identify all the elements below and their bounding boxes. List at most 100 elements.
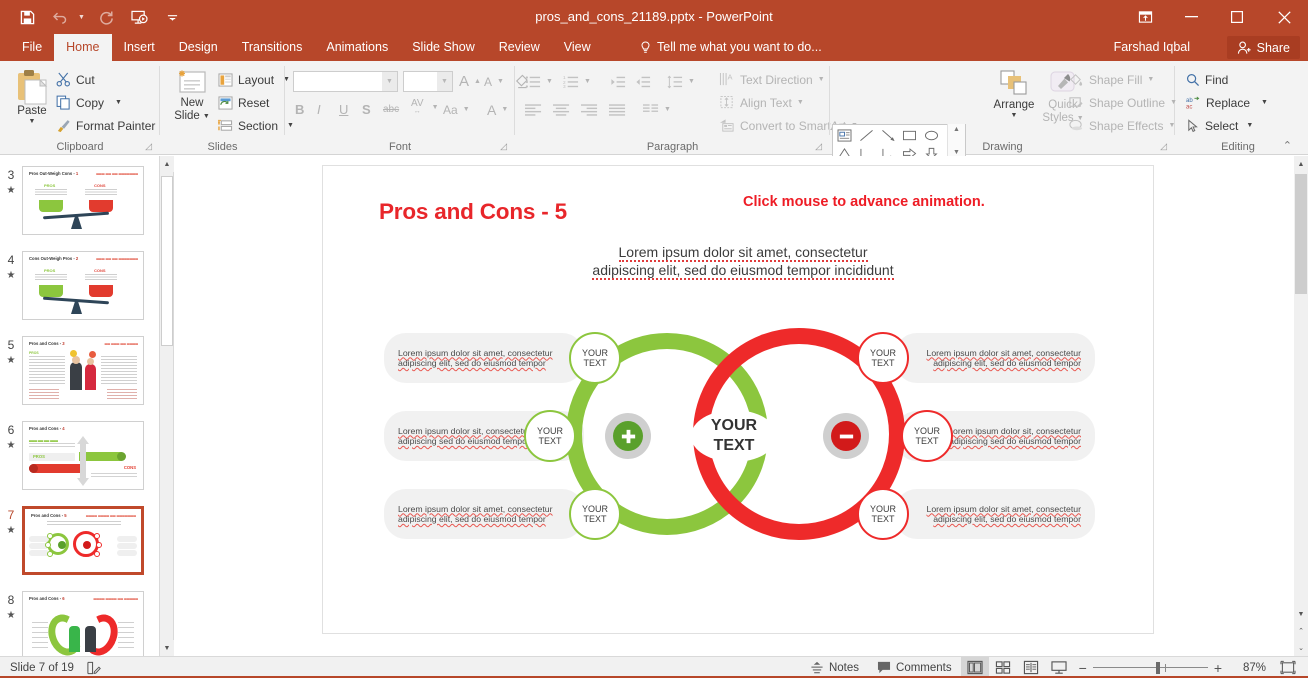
increase-indent-button[interactable] [635, 71, 651, 92]
scroll-down-icon[interactable]: ▼ [1294, 606, 1308, 622]
left-node-3[interactable]: YOURTEXT [569, 488, 621, 540]
change-case-button[interactable]: Aa ▼ [443, 99, 470, 120]
font-size-combobox[interactable]: ▼ [403, 71, 453, 92]
normal-view-button[interactable] [961, 657, 989, 678]
clipboard-dialog-launcher[interactable]: ◿ [145, 141, 152, 152]
replace-button[interactable]: abac Replace ▼ [1186, 92, 1268, 113]
right-node-3[interactable]: YOURTEXT [857, 488, 909, 540]
paragraph-dialog-launcher[interactable]: ◿ [815, 141, 822, 152]
shape-arrow-icon[interactable] [877, 126, 899, 144]
left-pill-3[interactable]: Lorem ipsum dolor sit amet, consectetur … [384, 489, 584, 539]
font-name-combobox[interactable]: ▼ [293, 71, 398, 92]
current-slide[interactable]: Pros and Cons - 5 Click mouse to advance… [322, 165, 1154, 634]
strikethrough-button[interactable]: abc [383, 104, 399, 115]
tab-slide-show[interactable]: Slide Show [400, 34, 487, 61]
scroll-up-icon[interactable]: ▲ [1294, 156, 1308, 172]
minus-badge[interactable] [823, 413, 869, 459]
account-name[interactable]: Farshad Iqbal [1114, 34, 1190, 61]
slide-scrollbar[interactable]: ▲ ▼ ⌃ ⌄ [1294, 156, 1308, 656]
shape-line-icon[interactable] [856, 126, 878, 144]
plus-badge[interactable] [605, 413, 651, 459]
collapse-ribbon-button[interactable]: ⌃ [1283, 139, 1292, 152]
columns-button[interactable]: ▼ [643, 99, 671, 120]
slide-thumbnail-panel[interactable]: 3 ★ Pros Out-Weigh Cons - 1 ▃▃▃ ▃▃ ▃▃ ▃▃… [0, 156, 160, 656]
reset-button[interactable]: Reset [218, 92, 269, 113]
thumbnail-row-8[interactable]: 8 ★ Pros and Cons - 6 ▃▃▃▃ ▃▃▃▃ ▃▃ ▃▃▃▃▃ [0, 591, 160, 656]
paste-button[interactable]: Paste ▼ [6, 69, 58, 126]
cut-button[interactable]: Cut [56, 69, 95, 90]
increase-font-size-button[interactable]: A▲ [459, 71, 481, 92]
thumbnail-slide-8[interactable]: Pros and Cons - 6 ▃▃▃▃ ▃▃▃▃ ▃▃ ▃▃▃▃▃ [22, 591, 144, 656]
slide-editing-area[interactable]: Pros and Cons - 5 Click mouse to advance… [175, 156, 1294, 656]
shape-oval-icon[interactable] [921, 126, 943, 144]
tab-insert[interactable]: Insert [112, 34, 167, 61]
tab-design[interactable]: Design [167, 34, 230, 61]
decrease-indent-button[interactable] [610, 71, 626, 92]
drawing-dialog-launcher[interactable]: ◿ [1160, 141, 1167, 152]
numbering-button[interactable]: 123 ▼ [563, 71, 591, 92]
underline-button[interactable]: U [339, 102, 348, 117]
copy-dropdown-icon[interactable]: ▼ [115, 99, 122, 107]
zoom-slider[interactable] [1093, 657, 1208, 678]
thumbnail-slide-6[interactable]: Pros and Cons - 4 ▃▃▃ ▃▃ ▃▃ ▃▃▃ PROS CON… [22, 421, 144, 490]
shape-outline-button[interactable]: Shape Outline ▼ [1068, 92, 1177, 113]
paste-dropdown-icon[interactable]: ▼ [29, 118, 36, 126]
tab-review[interactable]: Review [487, 34, 552, 61]
spell-check-icon[interactable] [86, 661, 101, 675]
previous-slide-icon[interactable]: ⌃ [1294, 623, 1308, 639]
zoom-slider-handle[interactable] [1156, 662, 1160, 674]
select-dropdown-icon[interactable]: ▼ [1246, 122, 1253, 130]
right-node-1[interactable]: YOURTEXT [857, 332, 909, 384]
left-pill-1[interactable]: Lorem ipsum dolor sit amet, consectetur … [384, 333, 584, 383]
thumbnail-row-7[interactable]: 7 ★ Pros and Cons - 5 ▃▃▃▃ ▃▃▃▃ ▃▃ ▃▃▃▃▃… [0, 506, 160, 575]
text-shadow-button[interactable]: S [362, 102, 371, 117]
slide-show-button[interactable] [1045, 657, 1073, 678]
tab-animations[interactable]: Animations [314, 34, 400, 61]
zoom-percent[interactable]: 87% [1228, 662, 1266, 674]
tab-home[interactable]: Home [54, 34, 111, 61]
arrange-dropdown-icon[interactable]: ▼ [1011, 112, 1018, 120]
align-text-button[interactable]: Align Text ▼ [719, 92, 804, 113]
gallery-scroll-up-icon[interactable]: ▲ [953, 126, 960, 133]
shape-rectangle-icon[interactable] [899, 126, 921, 144]
right-node-2[interactable]: YOURTEXT [901, 410, 953, 462]
next-slide-icon[interactable]: ⌄ [1294, 640, 1308, 656]
right-pill-1[interactable]: Lorem ipsum dolor sit amet, consectetur … [895, 333, 1095, 383]
thumbnail-row-5[interactable]: 5 ★ Pros and Cons - 3 ▃▃ ▃▃▃ ▃▃ ▃▃▃▃ PRO… [0, 336, 160, 405]
thumbnail-slide-7[interactable]: Pros and Cons - 5 ▃▃▃▃ ▃▃▃▃ ▃▃ ▃▃▃▃▃▃▃ [22, 506, 144, 575]
reading-view-button[interactable] [1017, 657, 1045, 678]
tab-view[interactable]: View [552, 34, 603, 61]
thumbnail-row-3[interactable]: 3 ★ Pros Out-Weigh Cons - 1 ▃▃▃ ▃▃ ▃▃ ▃▃… [0, 166, 160, 235]
minimize-icon[interactable] [1168, 0, 1214, 34]
zoom-in-button[interactable]: + [1208, 657, 1228, 678]
text-direction-button[interactable]: A Text Direction ▼ [719, 69, 825, 90]
select-button[interactable]: Select ▼ [1186, 115, 1253, 136]
right-pill-3[interactable]: Lorem ipsum dolor sit amet, consectetur … [895, 489, 1095, 539]
comments-button[interactable]: Comments [868, 657, 961, 678]
thumbnail-slide-3[interactable]: Pros Out-Weigh Cons - 1 ▃▃▃ ▃▃ ▃▃ ▃▃▃▃▃▃… [22, 166, 144, 235]
tell-me-search[interactable]: Tell me what you want to do... [640, 34, 822, 61]
shape-fill-button[interactable]: Shape Fill ▼ [1068, 69, 1154, 90]
layout-button[interactable]: Layout ▼ [218, 69, 290, 90]
tab-file[interactable]: File [10, 34, 54, 61]
bullets-button[interactable]: ▼ [525, 71, 553, 92]
thumbnail-row-6[interactable]: 6 ★ Pros and Cons - 4 ▃▃▃ ▃▃ ▃▃ ▃▃▃ PROS… [0, 421, 160, 490]
replace-dropdown-icon[interactable]: ▼ [1261, 99, 1268, 107]
close-icon[interactable] [1260, 0, 1308, 34]
notes-button[interactable]: Notes [801, 657, 868, 678]
find-button[interactable]: Find [1186, 69, 1228, 90]
thumbnail-row-4[interactable]: 4 ★ Cons Out-Weigh Pros - 2 ▃▃▃ ▃▃ ▃▃ ▃▃… [0, 251, 160, 320]
thumbnail-slide-4[interactable]: Cons Out-Weigh Pros - 2 ▃▃▃ ▃▃ ▃▃ ▃▃▃▃▃▃… [22, 251, 144, 320]
font-color-button[interactable]: A ▼ [487, 99, 508, 120]
gallery-scroll-down-icon[interactable]: ▼ [953, 149, 960, 156]
scroll-up-icon[interactable]: ▲ [160, 156, 174, 172]
share-button[interactable]: Share [1227, 36, 1300, 59]
shape-textbox-icon[interactable] [834, 126, 856, 144]
left-node-1[interactable]: YOURTEXT [569, 332, 621, 384]
italic-button[interactable]: I [317, 102, 321, 117]
maximize-icon[interactable] [1214, 0, 1260, 34]
font-dialog-launcher[interactable]: ◿ [500, 141, 507, 152]
fit-slide-button[interactable] [1274, 657, 1302, 678]
copy-button[interactable]: Copy ▼ [56, 92, 122, 113]
slide-sorter-view-button[interactable] [989, 657, 1017, 678]
